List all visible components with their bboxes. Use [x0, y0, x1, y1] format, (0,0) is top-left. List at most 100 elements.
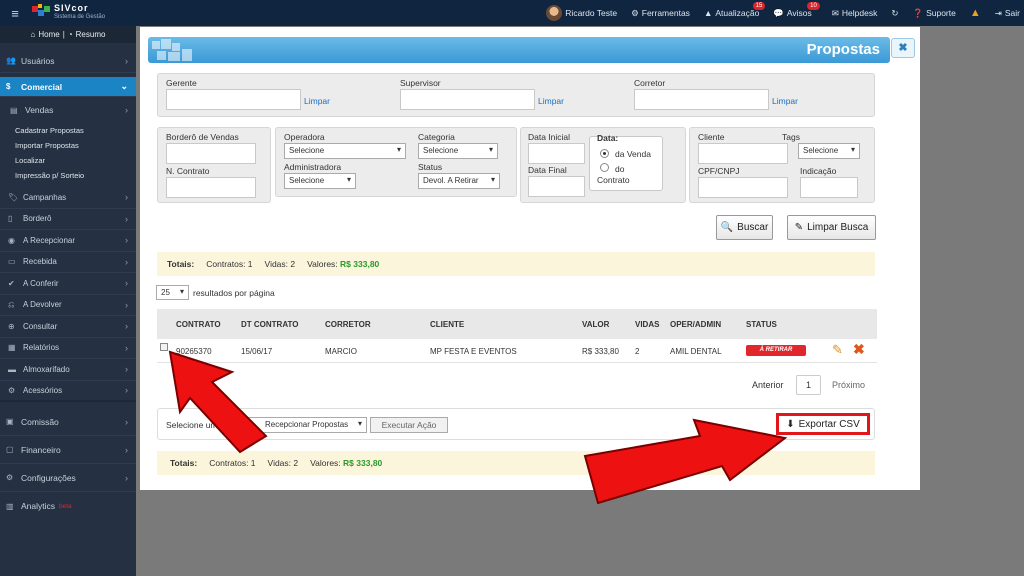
cell-valor: R$ 333,80	[582, 347, 619, 356]
edit-icon[interactable]: ✎	[832, 342, 843, 358]
buscar-button[interactable]: 🔍 Buscar	[716, 215, 773, 240]
col-valor[interactable]: VALOR	[582, 320, 609, 329]
col-oper-admin[interactable]: OPER/ADMIN	[670, 320, 721, 329]
n-contrato-input[interactable]	[166, 177, 256, 198]
col-cliente[interactable]: CLIENTE	[430, 320, 464, 329]
sidebar-item-usuarios[interactable]: 👥 Usuários ›	[0, 49, 136, 73]
sidebar-item-campanhas[interactable]: 🏷 Campanhas ›	[0, 187, 136, 209]
user-menu[interactable]: Ricardo Teste	[546, 5, 617, 21]
cliente-input[interactable]	[698, 143, 788, 164]
data-inicial-label: Data Inicial	[528, 132, 571, 142]
submenu-importar-propostas[interactable]: Importar Propostas	[0, 138, 136, 153]
chevron-right-icon: ›	[125, 416, 128, 427]
sidebar-item-financeiro[interactable]: ▢ Financeiro ›	[0, 436, 136, 464]
col-dt-contrato[interactable]: DT CONTRATO	[241, 320, 298, 329]
sidebar-item-a-devolver[interactable]: ⎌ A Devolver ›	[0, 295, 136, 316]
categoria-select[interactable]: Selecione	[418, 143, 498, 159]
exportar-csv-button[interactable]: ⬇ Exportar CSV	[776, 413, 870, 435]
chevron-right-icon: ›	[125, 192, 128, 203]
menu-toggle-icon[interactable]: ≡	[0, 6, 30, 21]
submenu-localizar[interactable]: Localizar	[0, 153, 136, 168]
action-select[interactable]: Recepcionar Propostas	[238, 417, 367, 433]
sidebar-item-a-recepcionar[interactable]: ◉ A Recepcionar ›	[0, 230, 136, 252]
sidebar-item-label: A Recepcionar	[23, 235, 76, 245]
data-final-input[interactable]	[528, 176, 585, 197]
table-row[interactable]: 90265370 15/06/17 MARCIO MP FESTA E EVEN…	[157, 339, 877, 363]
tags-select[interactable]: Selecione	[798, 143, 860, 159]
cell-dt-contrato: 15/06/17	[241, 347, 273, 356]
data-type-label: Data:	[597, 133, 619, 143]
data-type-box: Data: da Venda do Contrato	[589, 133, 663, 191]
bookmark-icon: ▭	[8, 257, 16, 267]
delete-icon[interactable]: ✖	[853, 341, 865, 358]
sidebar-item-acessorios[interactable]: ⚙ Acessórios ›	[0, 381, 136, 402]
helpdesk-menu[interactable]: ✉ Helpdesk	[832, 8, 878, 19]
sidebar-item-comercial[interactable]: $ Comercial ⌄	[0, 77, 136, 97]
app-logo[interactable]: SIVcor Sistema de Gestão	[32, 4, 105, 22]
col-corretor[interactable]: CORRETOR	[325, 320, 371, 329]
corretor-limpar-link[interactable]: Limpar	[772, 96, 798, 106]
supervisor-input[interactable]	[400, 89, 535, 110]
status-select[interactable]: Devol. A Retirar	[418, 173, 500, 189]
sidebar-item-consultar[interactable]: ⊕ Consultar ›	[0, 316, 136, 338]
sidebar-item-a-conferir[interactable]: ✔ A Conferir ›	[0, 273, 136, 295]
chart-icon: ▥	[6, 501, 14, 511]
atualizacao-menu[interactable]: ▲ Atualização 15	[704, 2, 766, 18]
sidebar-item-label: Relatórios	[23, 343, 60, 353]
per-page-select[interactable]: 25	[156, 285, 189, 300]
refresh-button[interactable]: ↻	[891, 8, 898, 19]
administradora-select[interactable]: Selecione	[284, 173, 356, 189]
col-status[interactable]: STATUS	[746, 320, 777, 329]
radio-do-contrato[interactable]	[600, 163, 609, 172]
alert-button[interactable]: ▲	[970, 7, 981, 19]
avisos-menu[interactable]: 💬 Avisos 10	[773, 1, 820, 19]
sidebar-item-vendas[interactable]: ▤ Vendas ›	[0, 97, 136, 123]
close-button[interactable]: ✖	[891, 38, 915, 58]
supervisor-label: Supervisor	[400, 78, 441, 88]
limpar-busca-button[interactable]: ✎ Limpar Busca	[787, 215, 876, 240]
action-select-value: Recepcionar Propostas	[265, 420, 349, 429]
logout-button[interactable]: ⇥ Sair	[995, 8, 1020, 19]
gerente-limpar-link[interactable]: Limpar	[304, 96, 330, 106]
executar-acao-button[interactable]: Executar Ação	[370, 417, 448, 433]
sidebar-item-analytics[interactable]: ▥ Analytics beta	[0, 492, 136, 520]
suporte-menu[interactable]: ❓ Suporte	[912, 8, 955, 19]
data-inicial-input[interactable]	[528, 143, 585, 164]
atualizacao-label: Atualização	[715, 8, 760, 18]
col-vidas[interactable]: VIDAS	[635, 320, 659, 329]
help-icon: ❓	[912, 7, 924, 18]
helpdesk-label: Helpdesk	[841, 8, 878, 18]
resumo-link[interactable]: Resumo	[76, 30, 106, 39]
action-bar: Selecione um Recepcionar Propostas Execu…	[157, 408, 875, 440]
row-checkbox[interactable]	[160, 343, 168, 351]
sidebar-item-bordero[interactable]: ▯ Borderô ›	[0, 209, 136, 230]
sidebar-item-label: Financeiro	[21, 444, 61, 455]
chevron-right-icon: ›	[125, 472, 128, 483]
pager-prev[interactable]: Anterior	[752, 380, 784, 390]
corretor-input[interactable]	[634, 89, 769, 110]
cell-oper-admin: AMIL DENTAL	[670, 347, 722, 356]
sidebar-item-relatorios[interactable]: ▦ Relatórios ›	[0, 338, 136, 359]
home-link[interactable]: Home	[38, 30, 59, 39]
ferramentas-menu[interactable]: ⚙ Ferramentas	[631, 8, 690, 19]
sidebar-item-almoxarifado[interactable]: ▬ Almoxarifado ›	[0, 359, 136, 381]
filter-panel-operadora: Operadora Selecione Administradora Selec…	[275, 127, 517, 197]
submenu-cadastrar-propostas[interactable]: Cadastrar Propostas	[0, 123, 136, 138]
operadora-select[interactable]: Selecione	[284, 143, 406, 159]
bordero-input[interactable]	[166, 143, 256, 164]
radio-da-venda[interactable]	[600, 149, 609, 158]
submenu-impressao-sorteio[interactable]: Impressão p/ Sorteio	[0, 168, 136, 183]
gerente-input[interactable]	[166, 89, 301, 110]
n-contrato-label: N. Contrato	[166, 166, 210, 176]
pager-page-1[interactable]: 1	[796, 375, 821, 395]
sidebar-item-comissao[interactable]: ▣ Comissão ›	[0, 408, 136, 436]
col-contrato[interactable]: CONTRATO	[176, 320, 221, 329]
pager-next[interactable]: Próximo	[832, 380, 865, 390]
supervisor-limpar-link[interactable]: Limpar	[538, 96, 564, 106]
exportar-csv-label: Exportar CSV	[798, 418, 860, 430]
buscar-label: Buscar	[737, 222, 769, 233]
indicacao-input[interactable]	[800, 177, 858, 198]
cpf-cnpj-input[interactable]	[698, 177, 788, 198]
sidebar-item-configuracoes[interactable]: ⚙ Configurações ›	[0, 464, 136, 492]
sidebar-item-recebida[interactable]: ▭ Recebida ›	[0, 252, 136, 273]
